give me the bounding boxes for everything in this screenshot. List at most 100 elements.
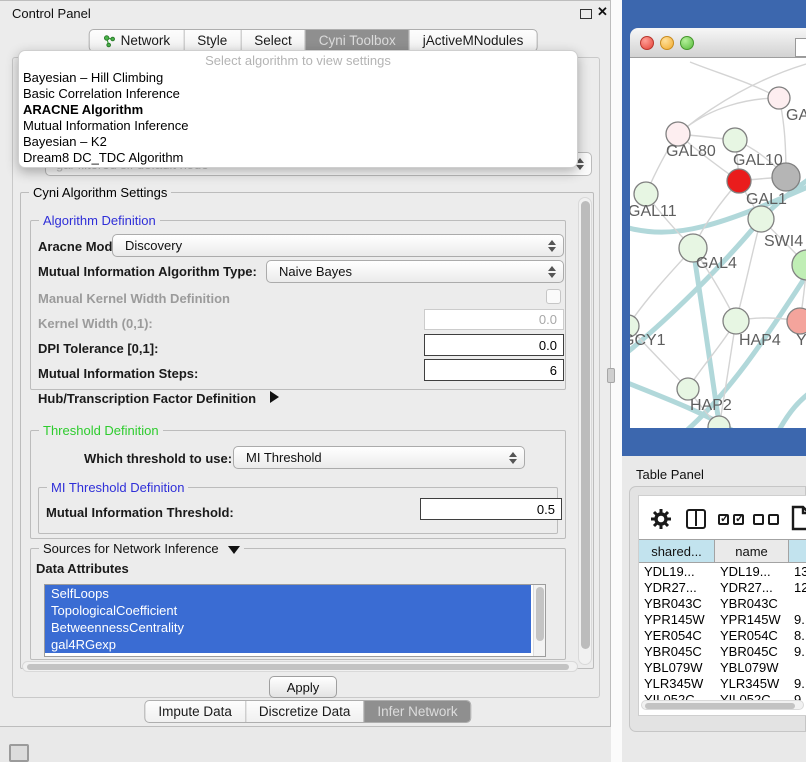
network-canvas[interactable]: GALGAL80GAL10GAL1GAL11SWI4GAL4GCY1HAP4YH… [630, 58, 806, 428]
network-node-swi4[interactable] [748, 206, 774, 232]
settings-hscrollbar-track [22, 661, 578, 672]
network-node-hap4[interactable] [723, 308, 749, 334]
table-row[interactable]: YBR043CYBR043C [639, 595, 806, 611]
network-node-y[interactable] [787, 308, 806, 334]
attributes-scrollbar-thumb[interactable] [536, 587, 544, 641]
tab-network[interactable]: Network [90, 30, 184, 51]
apply-button[interactable]: Apply [269, 676, 337, 698]
cutoff-toolbox [795, 38, 806, 57]
table-cell: 8. [789, 628, 806, 643]
table-cell: YDR27... [715, 580, 789, 595]
table-cell: YDL19... [639, 564, 715, 579]
network-node[interactable] [792, 250, 806, 280]
network-node-label: SWI4 [764, 233, 803, 250]
settings-scrollbar-track [578, 197, 592, 665]
split-columns-icon[interactable] [686, 509, 706, 529]
mi-type-combobox[interactable]: Naive Bayes [266, 260, 564, 283]
table-cell: 12 [789, 580, 806, 595]
network-node-gal1[interactable] [727, 169, 751, 193]
tab-infer-network[interactable]: Infer Network [363, 701, 470, 722]
tab-jactivemnodules-label: jActiveMNodules [423, 33, 524, 48]
algorithm-dropdown-list: Bayesian – Hill ClimbingBasic Correlatio… [19, 70, 577, 166]
attribute-item-betweennesscentrality[interactable]: BetweennessCentrality [45, 619, 531, 636]
network-window-titlebar[interactable] [630, 28, 806, 58]
table-panel-container: shared...nameA YDL19...YDL19...13YDR27..… [629, 486, 806, 732]
table-cell: YLR345W [639, 676, 715, 691]
attribute-item-selfloops[interactable]: SelfLoops [45, 585, 531, 602]
attribute-item-gal4rgexp[interactable]: gal4RGexp [45, 636, 531, 653]
network-node-label: HAP4 [739, 332, 781, 349]
table-cell: YLR345W [715, 676, 789, 691]
algorithm-definition-title: Algorithm Definition [39, 213, 160, 228]
algorithm-option-aracne-algorithm[interactable]: ARACNE Algorithm [19, 102, 577, 118]
table-row[interactable]: YER054CYER054C8. [639, 627, 806, 643]
column-header-name[interactable]: name [715, 540, 789, 562]
tab-impute-data[interactable]: Impute Data [145, 701, 245, 722]
tab-select[interactable]: Select [240, 30, 305, 51]
attributes-scrollbar-track [533, 585, 545, 656]
zoom-traffic-light-icon[interactable] [680, 36, 694, 50]
close-traffic-light-icon[interactable] [640, 36, 654, 50]
network-node-label: GCY1 [630, 332, 666, 349]
table-hscrollbar-thumb[interactable] [645, 703, 795, 709]
column-header-shared[interactable]: shared... [639, 540, 715, 562]
algorithm-option-basic-correlation-inference[interactable]: Basic Correlation Inference [19, 86, 577, 102]
tab-discretize-data[interactable]: Discretize Data [245, 701, 364, 722]
select-all-columns-icon[interactable] [718, 514, 744, 525]
dpi-tolerance-field[interactable]: 0.0 [424, 334, 564, 356]
splitter-handle-icon[interactable] [607, 368, 615, 383]
network-node-gal[interactable] [768, 87, 790, 109]
collapse-arrow-icon [228, 546, 240, 554]
network-icon [103, 34, 116, 48]
table-row[interactable]: YDL19...YDL19...13 [639, 563, 806, 579]
table-cell: YBR043C [639, 596, 715, 611]
table-cell: YBL079W [715, 660, 789, 675]
table-row[interactable]: YBL079WYBL079W [639, 659, 806, 675]
network-view-window: GALGAL80GAL10GAL1GAL11SWI4GAL4GCY1HAP4YH… [622, 0, 806, 456]
algorithm-option-bayesian-k2[interactable]: Bayesian – K2 [19, 134, 577, 150]
expand-arrow-icon [270, 391, 279, 403]
attribute-item-topologicalcoefficient[interactable]: TopologicalCoefficient [45, 602, 531, 619]
mi-steps-field[interactable]: 6 [424, 359, 564, 381]
minimize-traffic-light-icon[interactable] [660, 36, 674, 50]
network-node-label: GAL10 [733, 152, 783, 169]
column-header-a[interactable]: A [789, 540, 806, 562]
settings-scrollbar-thumb[interactable] [581, 201, 590, 649]
table-row[interactable]: YDR27...YDR27...12 [639, 579, 806, 595]
network-node-label: GAL80 [666, 143, 716, 160]
table-row[interactable]: YBR045CYBR045C9. [639, 643, 806, 659]
algorithm-dropdown-popup: Select algorithm to view settings Bayesi… [18, 50, 578, 168]
tab-cyni-toolbox[interactable]: Cyni Toolbox [305, 30, 409, 51]
hub-definition-label[interactable]: Hub/Transcription Factor Definition [38, 391, 279, 406]
algorithm-option-bayesian-hill-climbing[interactable]: Bayesian – Hill Climbing [19, 70, 577, 86]
tab-jactivemnodules[interactable]: jActiveMNodules [409, 30, 537, 51]
aracne-mode-value: Discovery [125, 238, 182, 253]
table-cell: YBL079W [639, 660, 715, 675]
deselect-all-columns-icon[interactable] [753, 514, 779, 525]
aracne-mode-combobox[interactable]: Discovery [112, 234, 564, 257]
kernel-width-label: Kernel Width (0,1): [38, 316, 153, 331]
which-threshold-combobox[interactable]: MI Threshold [233, 446, 525, 469]
document-icon[interactable] [791, 505, 806, 531]
table-row[interactable]: YPR145WYPR145W9. [639, 611, 806, 627]
collapsed-panel-icon[interactable] [9, 744, 29, 762]
table-cell: YBR043C [715, 596, 789, 611]
algorithm-option-dream8-dc-tdc-algorithm[interactable]: Dream8 DC_TDC Algorithm [19, 150, 577, 166]
algorithm-option-mutual-information-inference[interactable]: Mutual Information Inference [19, 118, 577, 134]
mi-steps-label: Mutual Information Steps: [38, 366, 198, 381]
combo-stepper-icon [509, 452, 517, 464]
sources-group-title[interactable]: Sources for Network Inference [39, 541, 244, 556]
float-window-icon[interactable] [580, 9, 592, 19]
close-icon[interactable]: ✕ [597, 4, 608, 20]
table-cell: YDL19... [715, 564, 789, 579]
mi-type-value: Naive Bayes [279, 264, 352, 279]
table-row[interactable]: YLR345WYLR345W9. [639, 675, 806, 691]
which-threshold-label: Which threshold to use: [84, 451, 232, 466]
tab-select-label: Select [254, 33, 292, 48]
tab-style[interactable]: Style [183, 30, 240, 51]
network-node-gal10[interactable] [723, 128, 747, 152]
settings-hscrollbar-thumb[interactable] [27, 664, 569, 670]
tab-discretize-data-label: Discretize Data [259, 704, 351, 719]
mi-threshold-field[interactable]: 0.5 [420, 498, 562, 520]
gear-icon[interactable] [651, 509, 671, 529]
